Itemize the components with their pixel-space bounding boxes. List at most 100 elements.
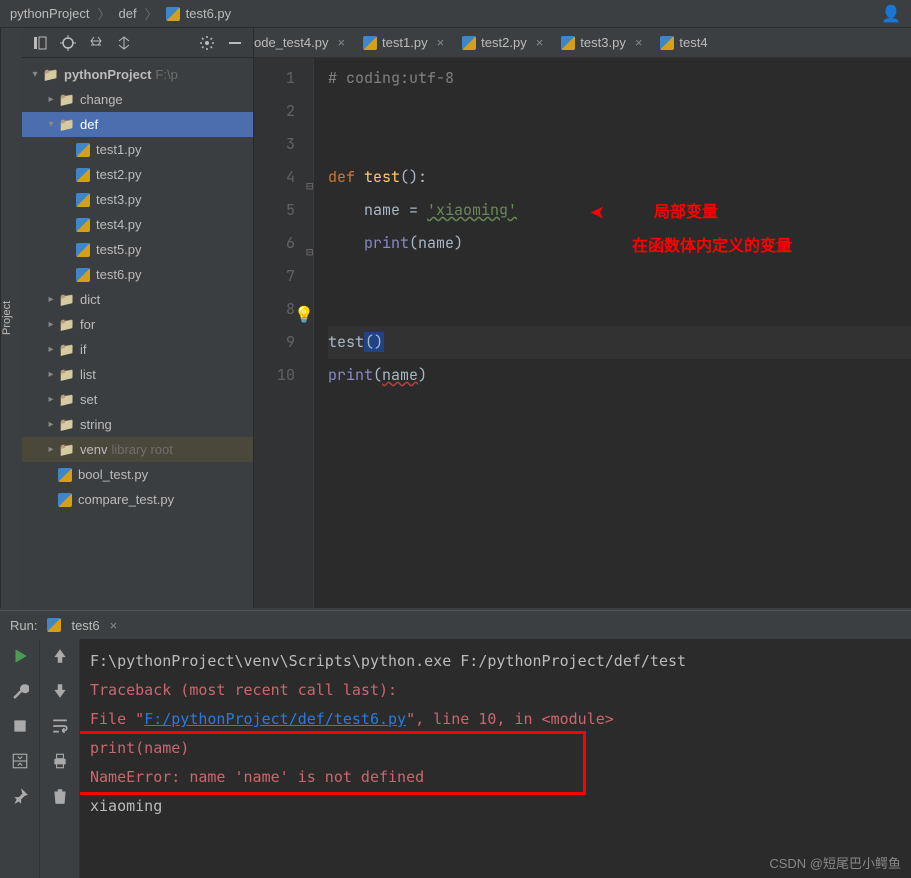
code-text: (name) — [409, 233, 463, 253]
up-icon[interactable] — [51, 647, 69, 668]
annotation-text: 局部变量 — [654, 196, 718, 229]
tree-file[interactable]: test1.py — [22, 137, 253, 162]
collapse-all-icon[interactable] — [116, 35, 132, 51]
rerun-icon[interactable] — [11, 647, 29, 668]
code-text: ( — [373, 365, 382, 385]
tree-label: if — [80, 342, 87, 357]
tree-file[interactable]: test4.py — [22, 212, 253, 237]
tree-label: bool_test.py — [78, 467, 148, 482]
tree-file[interactable]: test6.py — [22, 262, 253, 287]
target-icon[interactable] — [60, 35, 76, 51]
watermark: CSDN @短尾巴小鳄鱼 — [769, 853, 901, 872]
soft-wrap-icon[interactable] — [51, 717, 69, 738]
breadcrumb-file[interactable]: test6.py — [186, 6, 232, 21]
python-file-icon — [76, 243, 90, 257]
tab-label: test1.py — [382, 35, 428, 50]
code-content[interactable]: # coding:utf-8 def test(): name = 'xiaom… — [314, 58, 911, 608]
python-file-icon — [76, 193, 90, 207]
gutter: 1 2 3 4 5 6 7 8 9 10 — [254, 58, 314, 608]
code-area[interactable]: 1 2 3 4 5 6 7 8 9 10 # coding:utf-8 def … — [254, 58, 911, 608]
editor-tab[interactable]: test3.py× — [553, 28, 652, 58]
python-file-icon — [76, 168, 90, 182]
tree-root-path: F:\p — [155, 67, 177, 82]
tree-label: string — [80, 417, 112, 432]
code-text: name = — [328, 200, 427, 220]
tree-file[interactable]: bool_test.py — [22, 462, 253, 487]
console-line: ", line 10, in <module> — [406, 710, 614, 728]
console-line: xiaoming — [90, 792, 901, 821]
breadcrumb-sep: 〉 — [145, 4, 158, 23]
wrench-icon[interactable] — [11, 682, 29, 703]
tree-file[interactable]: compare_test.py — [22, 487, 253, 512]
editor-tab[interactable]: test2.py× — [454, 28, 553, 58]
run-config-name[interactable]: test6 — [71, 618, 99, 633]
tree-label: test3.py — [96, 192, 142, 207]
close-icon[interactable]: × — [635, 35, 643, 50]
tree-folder-dict[interactable]: dict — [22, 287, 253, 312]
tree-label: def — [80, 117, 98, 132]
tree-file[interactable]: test3.py — [22, 187, 253, 212]
line-number: 9 — [254, 326, 295, 359]
down-icon[interactable] — [51, 682, 69, 703]
code-text: # coding:utf-8 — [328, 68, 454, 88]
editor-tab[interactable]: test4 — [652, 28, 717, 58]
tree-folder-change[interactable]: change — [22, 87, 253, 112]
code-text: test — [328, 332, 364, 352]
tree-label: test5.py — [96, 242, 142, 257]
fold-icon[interactable] — [306, 235, 318, 247]
fold-icon[interactable] — [306, 169, 318, 181]
layout-icon[interactable] — [11, 752, 29, 773]
close-icon[interactable]: × — [110, 618, 118, 633]
project-tool-window-tab[interactable]: Project — [0, 28, 22, 608]
close-icon[interactable]: × — [337, 35, 345, 50]
python-file-icon — [76, 218, 90, 232]
breadcrumb: pythonProject 〉 def 〉 test6.py 👤 — [0, 0, 911, 28]
hide-icon[interactable] — [227, 35, 243, 51]
python-file-icon — [561, 36, 575, 50]
pin-icon[interactable] — [11, 787, 29, 808]
tree-folder-if[interactable]: if — [22, 337, 253, 362]
line-number: 2 — [254, 95, 295, 128]
line-number: 8 — [254, 293, 295, 326]
tree-file[interactable]: test5.py — [22, 237, 253, 262]
tab-label: ode_test4.py — [254, 35, 328, 50]
code-text: 'xiaoming' — [427, 200, 517, 220]
editor-tab[interactable]: ode_test4.py × — [254, 28, 355, 58]
code-text: name — [382, 365, 418, 385]
tree-folder-string[interactable]: string — [22, 412, 253, 437]
console-link[interactable]: F:/pythonProject/def/test6.py — [144, 710, 406, 728]
print-icon[interactable] — [51, 752, 69, 773]
line-number: 6 — [254, 227, 295, 260]
settings-icon[interactable] — [199, 35, 215, 51]
tree-folder-for[interactable]: for — [22, 312, 253, 337]
close-icon[interactable]: × — [536, 35, 544, 50]
tree-root[interactable]: pythonProjectF:\p — [22, 62, 253, 87]
tree-label: test6.py — [96, 267, 142, 282]
tree-label: dict — [80, 292, 100, 307]
tree-folder-set[interactable]: set — [22, 387, 253, 412]
tree-folder-list[interactable]: list — [22, 362, 253, 387]
run-header: Run: test6 × — [0, 611, 911, 639]
expand-all-icon[interactable] — [88, 35, 104, 51]
breadcrumb-folder[interactable]: def — [119, 6, 137, 21]
intention-bulb-icon[interactable]: 💡 — [294, 298, 314, 331]
project-tree[interactable]: pythonProjectF:\p change def test1.py te… — [22, 58, 253, 608]
editor-tab[interactable]: test1.py × — [355, 28, 454, 58]
tree-file[interactable]: test2.py — [22, 162, 253, 187]
select-opened-file-icon[interactable] — [32, 35, 48, 51]
stop-icon[interactable] — [11, 717, 29, 738]
close-icon[interactable]: × — [437, 35, 445, 50]
trash-icon[interactable] — [51, 787, 69, 808]
python-file-icon — [363, 36, 377, 50]
python-file-icon — [58, 468, 72, 482]
python-file-icon — [76, 268, 90, 282]
breadcrumb-project[interactable]: pythonProject — [10, 6, 90, 21]
tree-hint: library root — [111, 442, 172, 457]
tab-label: test4 — [679, 35, 707, 50]
tree-label: venv — [80, 442, 107, 457]
user-icon[interactable]: 👤 — [881, 4, 901, 24]
tree-folder-def[interactable]: def — [22, 112, 253, 137]
tree-folder-venv[interactable]: venv library root — [22, 437, 253, 462]
console-output[interactable]: F:\pythonProject\venv\Scripts\python.exe… — [80, 639, 911, 878]
python-file-icon — [76, 143, 90, 157]
